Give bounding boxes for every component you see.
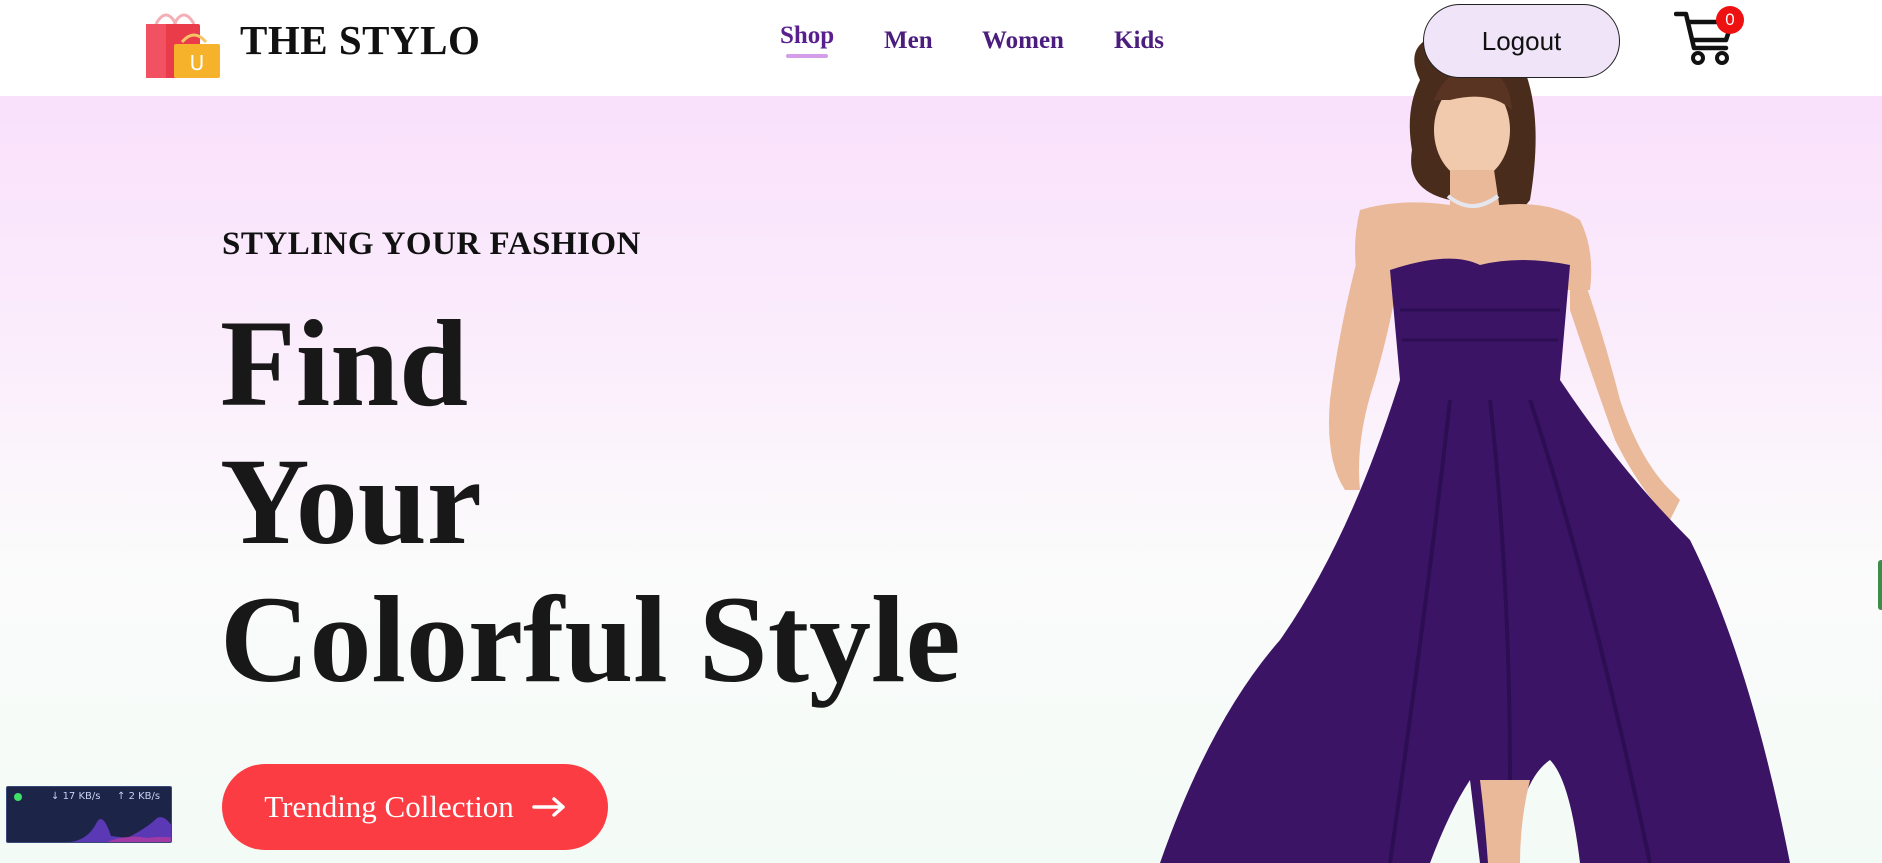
nav-shop[interactable]: Shop: [780, 22, 834, 50]
status-dot: [14, 793, 22, 801]
trending-collection-label: Trending Collection: [264, 789, 514, 824]
network-graph-icon: [7, 817, 171, 842]
network-speed-widget[interactable]: ↓ 17 KB/s ↑ 2 KB/s: [6, 786, 172, 843]
hero-headline-line-1: Find: [220, 295, 469, 432]
trending-collection-button[interactable]: Trending Collection: [222, 764, 608, 850]
model-image: [1160, 30, 1790, 863]
hero-tagline: STYLING YOUR FASHION: [222, 226, 641, 262]
nav-active-underline: [786, 54, 828, 58]
nav-women[interactable]: Women: [982, 27, 1064, 55]
nav-men[interactable]: Men: [884, 27, 933, 55]
svg-text:U: U: [190, 51, 205, 75]
download-speed: ↓ 17 KB/s: [51, 791, 101, 802]
cart-count-badge: 0: [1716, 6, 1744, 34]
hero-headline-line-2: Your: [220, 433, 482, 570]
side-edge-tab[interactable]: [1878, 560, 1882, 610]
logout-button[interactable]: Logout: [1423, 4, 1620, 78]
brand-name[interactable]: THE STYLO: [240, 16, 480, 64]
hero-headline-line-3: Colorful Style: [220, 571, 961, 708]
shopping-bags-icon[interactable]: U: [142, 4, 222, 78]
arrow-right-icon: [531, 797, 565, 817]
upload-speed: ↑ 2 KB/s: [117, 791, 161, 802]
